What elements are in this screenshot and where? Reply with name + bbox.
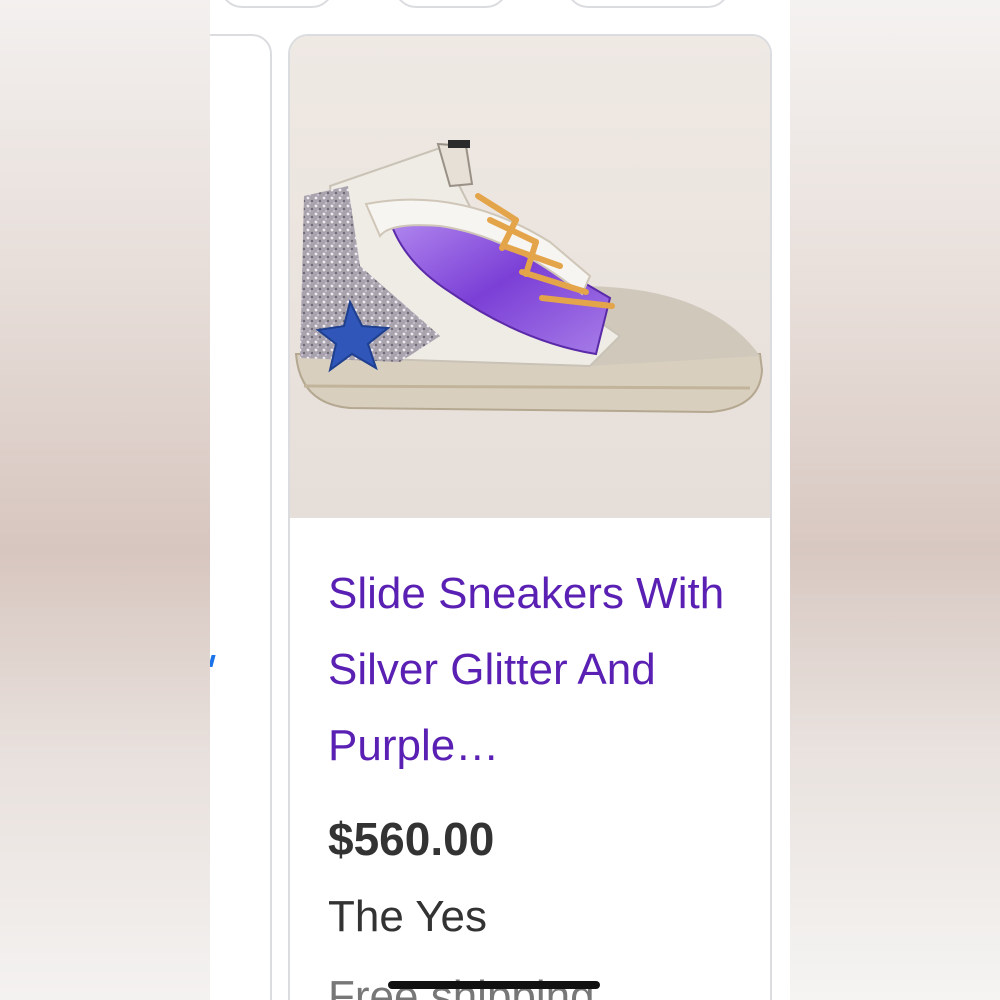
- product-price: $560.00: [328, 813, 495, 865]
- product-card[interactable]: Slide Sneakers With Silver Glitter And P…: [288, 34, 772, 1000]
- blurred-background-right: [790, 0, 1000, 1000]
- screenshot-stage: Slide Sneakers With Silver Glitter And P…: [0, 0, 1000, 1000]
- product-title-link[interactable]: Slide Sneakers With Silver Glitter And P…: [328, 556, 748, 784]
- home-indicator[interactable]: [388, 981, 600, 989]
- product-image[interactable]: [290, 36, 770, 518]
- blurred-background-left: [0, 0, 210, 1000]
- phone-screen: Slide Sneakers With Silver Glitter And P…: [210, 0, 790, 1000]
- sneaker-illustration: [290, 36, 770, 518]
- filter-chip[interactable]: [220, 0, 334, 8]
- filter-chip[interactable]: [566, 0, 730, 8]
- filter-chip[interactable]: [394, 0, 508, 8]
- seller-name: The Yes: [328, 892, 488, 941]
- previous-product-card[interactable]: [210, 34, 272, 1000]
